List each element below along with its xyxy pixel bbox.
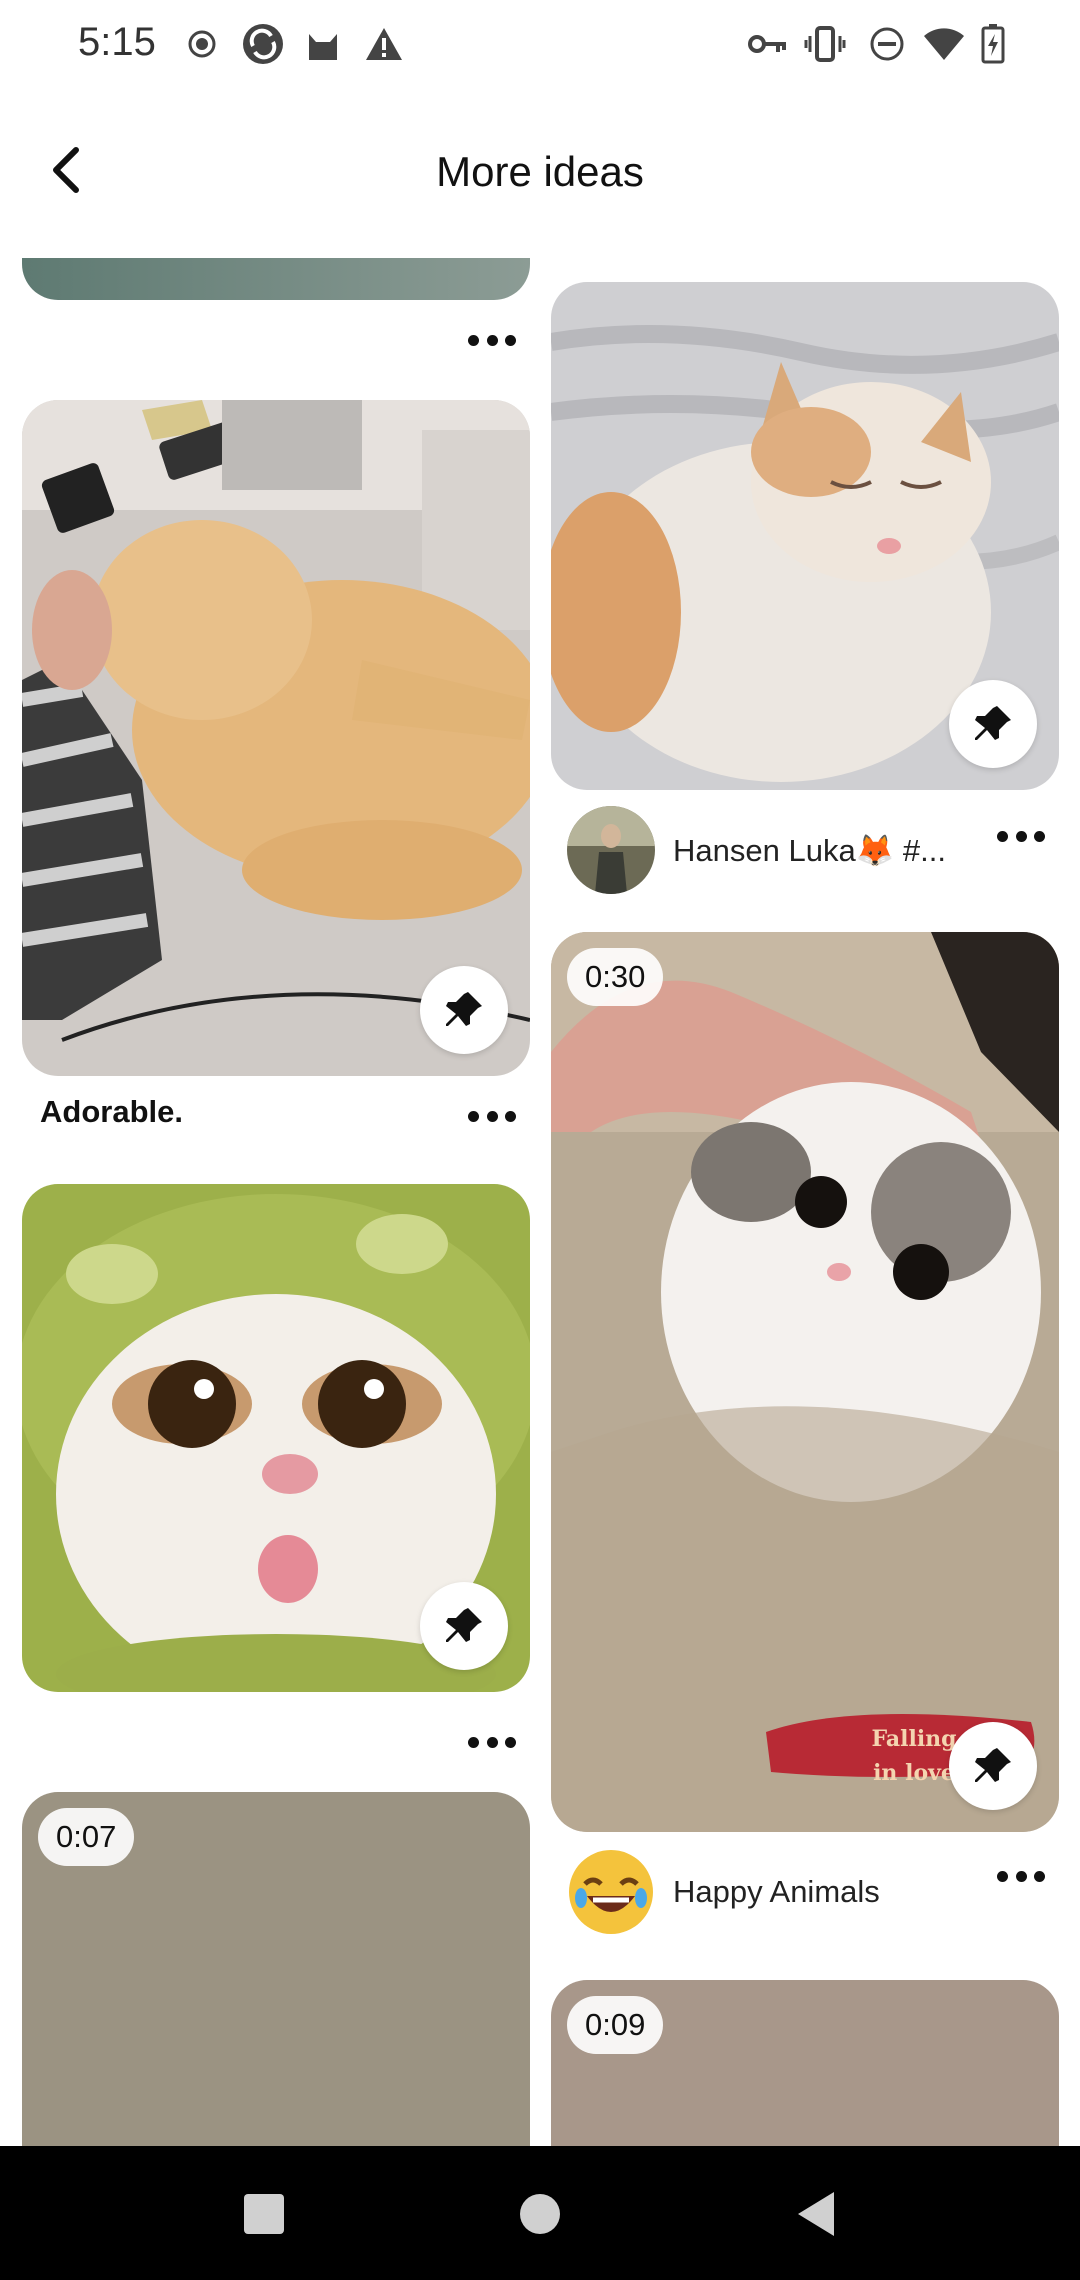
back-triangle-icon	[798, 2192, 834, 2236]
more-options-button[interactable]	[991, 816, 1051, 856]
save-pin-button[interactable]	[949, 1722, 1037, 1810]
pin-meta: Adorable.	[22, 1076, 530, 1154]
author-avatar	[567, 806, 655, 894]
pin-author[interactable]: Happy Animals	[567, 1848, 880, 1936]
home-button[interactable]	[508, 2182, 572, 2246]
warning-icon	[364, 22, 404, 66]
save-pin-button[interactable]	[949, 680, 1037, 768]
home-circle-icon	[520, 2194, 560, 2234]
more-options-button[interactable]	[462, 1096, 522, 1136]
more-options-button[interactable]	[462, 320, 522, 360]
pin-image[interactable]	[22, 1184, 530, 1692]
author-name: Happy Animals	[673, 1874, 880, 1909]
pin-card[interactable]: 0:09	[551, 1980, 1059, 2146]
pin-author[interactable]: Hansen Luka🦊 #...	[567, 806, 946, 894]
battery-charging-icon	[980, 22, 1006, 66]
pin-card[interactable]	[22, 1184, 530, 1792]
pin-icon	[975, 1748, 1011, 1782]
save-pin-button[interactable]	[420, 966, 508, 1054]
vibrate-icon	[804, 22, 846, 66]
pin-card[interactable]: Hansen Luka🦊 #...	[551, 282, 1059, 930]
save-pin-button[interactable]	[420, 1582, 508, 1670]
more-options-button[interactable]	[462, 1722, 522, 1762]
pin-image[interactable]: 0:30 Falling in love	[551, 932, 1059, 1832]
status-bar: 5:15	[0, 0, 1080, 88]
pin-image[interactable]	[22, 400, 530, 1076]
wifi-icon	[922, 22, 966, 66]
more-options-button[interactable]	[991, 1856, 1051, 1896]
video-duration-badge: 0:07	[38, 1808, 135, 1866]
system-nav-bar	[0, 2146, 1080, 2280]
pin-meta	[22, 1692, 530, 1792]
pin-feed[interactable]: Adorable. 0:07 Hansen Luka🦊 #... 0:30 Fa…	[0, 258, 1080, 2146]
pin-meta: Happy Animals	[551, 1832, 1059, 1972]
pin-meta: Hansen Luka🦊 #...	[551, 790, 1059, 930]
record-icon	[186, 22, 218, 66]
pin-card[interactable]	[22, 258, 530, 378]
header: More ideas	[0, 110, 1080, 230]
pin-image[interactable]	[551, 282, 1059, 790]
video-thumbnail[interactable]: 0:09	[551, 1980, 1059, 2146]
cat-app-icon	[304, 22, 342, 66]
pin-meta	[22, 300, 530, 378]
video-duration-badge: 0:09	[567, 1996, 664, 2054]
pin-icon	[446, 1608, 482, 1642]
page-title: More ideas	[436, 148, 644, 195]
pin-image[interactable]	[22, 258, 530, 300]
status-time: 5:15	[78, 20, 156, 64]
vpn-key-icon	[748, 22, 788, 66]
do-not-disturb-icon	[868, 22, 906, 66]
recents-button[interactable]	[232, 2182, 296, 2246]
author-name: Hansen Luka🦊 #...	[673, 832, 946, 868]
pin-icon	[975, 706, 1011, 740]
pin-title: Adorable.	[40, 1094, 183, 1129]
author-avatar	[567, 1848, 655, 1936]
sync-app-icon	[240, 22, 286, 66]
recents-square-icon	[244, 2194, 284, 2234]
video-duration-badge: 0:30	[567, 948, 664, 1006]
back-nav-button[interactable]	[784, 2182, 848, 2246]
video-thumbnail[interactable]: 0:07	[22, 1792, 530, 2146]
pin-icon	[446, 992, 482, 1026]
pin-card[interactable]: Adorable.	[22, 400, 530, 1154]
pin-card[interactable]: 0:30 Falling in love Happy Animals	[551, 932, 1059, 1972]
pin-card[interactable]: 0:07	[22, 1792, 530, 2146]
